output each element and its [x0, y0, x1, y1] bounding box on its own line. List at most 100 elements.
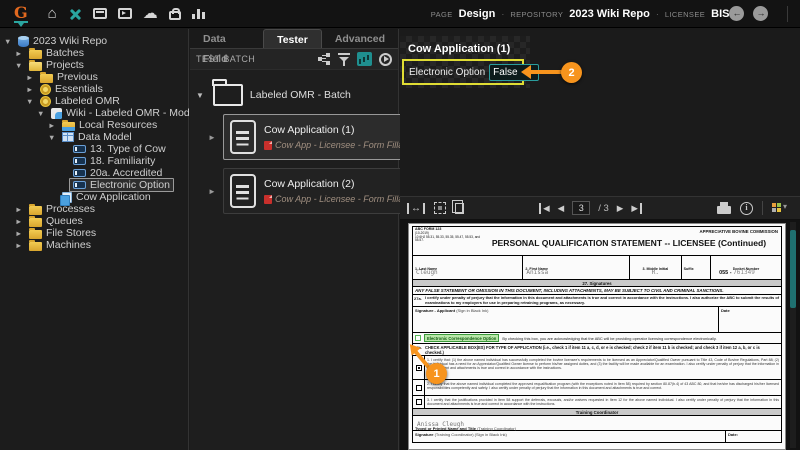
highlighted-field-row: Electronic Option [402, 59, 540, 85]
batch-folder-icon [212, 79, 243, 106]
tree-item-label: Machines [46, 239, 91, 251]
next-page-button[interactable]: ▶ [617, 203, 624, 214]
electronic-correspondence-label: Electronic Correspondence Option [424, 334, 500, 342]
fit-width-icon[interactable]: ↔ [407, 202, 425, 214]
tree-item-repo[interactable]: 2023 Wiki Repo [0, 35, 188, 47]
first-page-button[interactable]: ◀ [539, 202, 550, 214]
commission-name: APPRECIATIVE BOVINE COMMISSION [699, 229, 778, 234]
data-field-icon [73, 157, 86, 165]
jobs-icon[interactable] [168, 8, 181, 20]
stats-toggle-icon[interactable] [357, 52, 372, 66]
tab-data-field[interactable]: Data Field [190, 29, 263, 65]
expander-icon[interactable] [15, 49, 25, 58]
test-batch-tree: ▼ Labeled OMR - Batch ► Cow Application … [190, 70, 464, 214]
applicant-signature-label: Signature - Applicant (Sign in Black Ink… [413, 307, 719, 332]
form-page: ABC FORM 123 (10-2019) 10 6HJ 55.31, 55.… [408, 223, 786, 450]
date-label: Date [721, 308, 730, 313]
field-label: Electronic Option [409, 66, 486, 78]
form-number-block: ABC FORM 123 (10-2019) 10 6HJ 55.31, 55.… [415, 227, 481, 243]
middle-initial-value: R. [651, 269, 659, 276]
expander-icon[interactable]: ► [208, 187, 218, 196]
last-page-button[interactable]: ▶ [631, 202, 642, 214]
page-number-input[interactable] [572, 201, 591, 215]
divider [787, 5, 789, 22]
resources-folder-icon [62, 119, 75, 131]
batch-hierarchy-icon[interactable] [318, 53, 331, 66]
expander-icon[interactable] [15, 205, 25, 214]
folder-icon [29, 215, 42, 227]
home-icon[interactable]: ⌂ [48, 6, 57, 21]
expander-icon[interactable] [15, 217, 25, 226]
filter-icon[interactable] [338, 52, 350, 66]
page-total-label: / 3 [598, 202, 609, 214]
back-button[interactable]: ← [729, 6, 745, 21]
page-navigation: ◀ ◀ / 3 ▶ ▶ [539, 201, 642, 215]
expander-icon[interactable]: ► [208, 133, 218, 142]
training-coordinator-header: Training Coordinator [413, 409, 781, 416]
signatures-section-header: 27. Signatures [413, 280, 781, 287]
content-model-icon [51, 107, 62, 119]
expander-icon[interactable] [4, 37, 14, 46]
region-select-icon[interactable] [434, 202, 446, 214]
imports-icon[interactable]: ☁ [143, 6, 158, 21]
tc-date-label: Date: [728, 432, 739, 437]
certify-item-3-text: 3. I certify that the justifications pro… [427, 397, 779, 406]
data-field-icon [73, 181, 86, 189]
callout-badge-1: 1 [426, 363, 447, 384]
viewer-scrollbar[interactable] [790, 222, 796, 448]
folder-icon [29, 59, 42, 71]
expander-icon[interactable] [26, 97, 36, 106]
database-icon [18, 35, 29, 47]
test-batch-label: TEST BATCH [196, 54, 256, 64]
batches-icon[interactable] [92, 8, 107, 19]
tasks-icon[interactable] [117, 8, 132, 19]
separator-dot: · [501, 8, 505, 19]
expander-icon[interactable] [15, 229, 25, 238]
pdf-icon [264, 140, 272, 150]
expander-icon[interactable]: ▼ [196, 91, 204, 100]
certify-item-2-text: 2. I certify that the above named indivi… [427, 381, 779, 390]
folder-icon [29, 203, 42, 215]
run-test-icon[interactable] [379, 52, 392, 66]
design-tools-icon[interactable] [68, 7, 82, 21]
info-icon[interactable]: i [740, 201, 753, 215]
expander-icon[interactable] [48, 133, 58, 142]
project-icon [40, 95, 51, 107]
tree-item-machines[interactable]: Machines [0, 239, 188, 251]
tree-item-processes[interactable]: Processes [0, 203, 188, 215]
type-3-checkbox [415, 399, 422, 405]
view-options-icon[interactable] [772, 202, 787, 213]
project-icon [40, 83, 51, 95]
divider [762, 201, 763, 215]
expander-icon[interactable] [15, 241, 25, 250]
folder-icon [29, 227, 42, 239]
panel-tabs: Data Field Tester Advanced [190, 29, 398, 65]
tree-item-batches[interactable]: Batches [0, 47, 188, 59]
print-icon[interactable] [717, 202, 731, 214]
batch-folder-row[interactable]: ▼ Labeled OMR - Batch [196, 79, 398, 106]
expander-icon[interactable] [48, 121, 58, 130]
app-window: G ⌂ ☁ PAGE Design · REPOSITORY 2023 Wiki… [0, 0, 800, 450]
breadcrumb: PAGE Design · REPOSITORY 2023 Wiki Repo … [431, 8, 730, 20]
page-value[interactable]: Design [459, 8, 496, 20]
expander-icon[interactable] [15, 61, 25, 70]
previous-page-button[interactable]: ◀ [558, 203, 565, 214]
scrollbar-thumb[interactable] [790, 230, 796, 308]
repository-value[interactable]: 2023 Wiki Repo [569, 8, 650, 20]
stats-icon[interactable] [191, 8, 206, 19]
expander-icon[interactable] [37, 109, 47, 118]
copy-pages-icon[interactable] [452, 199, 464, 214]
tester-panel: Data Field Tester Advanced TEST BATCH ▼ … [190, 29, 464, 450]
document-item: ► Cow Application (1) Cow App - Licensee… [208, 114, 464, 160]
tab-tester[interactable]: Tester [263, 29, 322, 48]
forward-button[interactable]: → [753, 6, 769, 21]
tab-advanced[interactable]: Advanced [322, 29, 398, 48]
page-label: PAGE [430, 9, 453, 19]
expander-icon[interactable] [26, 85, 36, 94]
separator-dot: · [655, 8, 659, 19]
expander-icon[interactable] [26, 73, 36, 82]
document-viewer-toolbar: ↔ ◀ ◀ / 3 ▶ ▶ i [400, 196, 800, 220]
licensee-value[interactable]: BIS [711, 8, 729, 20]
item-27a-text: I certify under penalty of perjury that … [425, 295, 779, 305]
last-name-value: Cleugh [416, 269, 438, 276]
